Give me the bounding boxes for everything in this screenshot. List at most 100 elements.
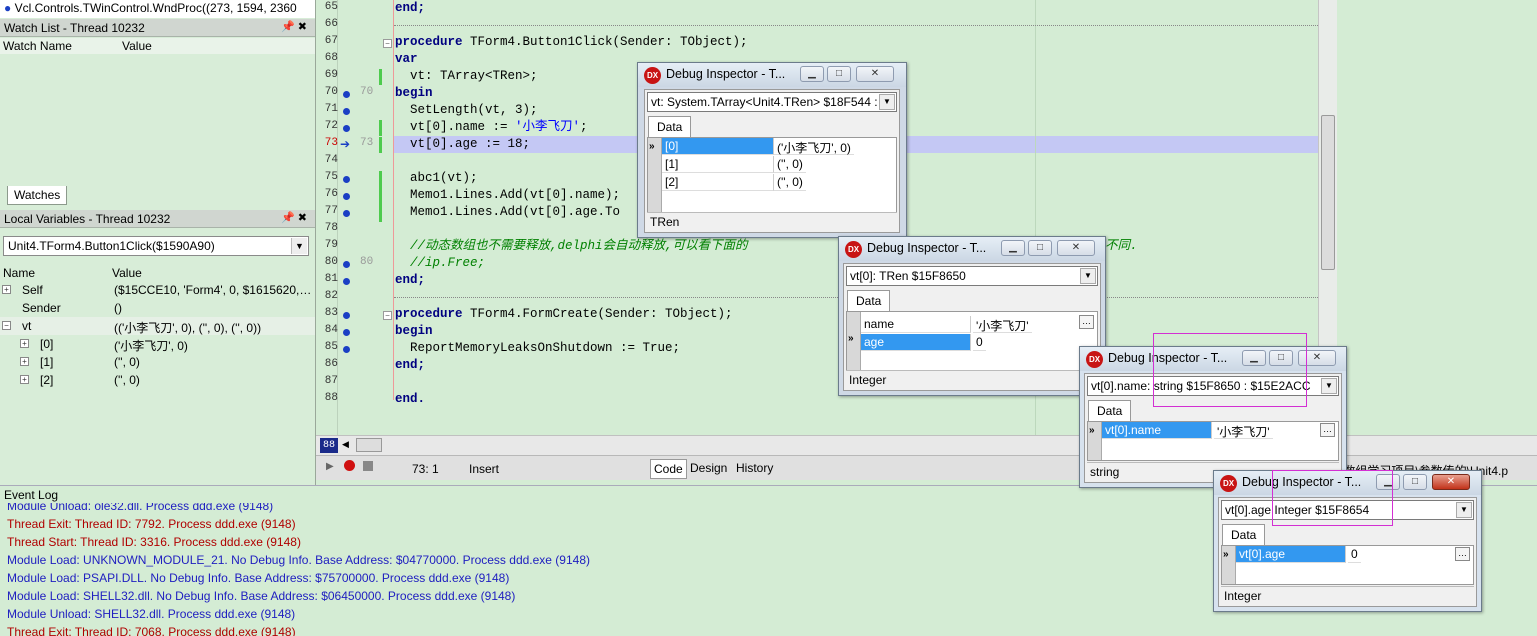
code-line[interactable]: end; <box>395 357 425 374</box>
ellipsis-button[interactable]: … <box>1079 315 1094 329</box>
code-line[interactable]: vt[0].name := '小李飞刀'; <box>395 119 588 136</box>
code-line[interactable]: ReportMemoryLeaksOnShutdown := True; <box>395 340 680 357</box>
inspector-expression-select[interactable]: vt[0]: TRen $15F8650 ▼ <box>846 266 1098 286</box>
chevron-down-icon[interactable]: ▼ <box>1321 378 1337 394</box>
code-line[interactable]: end; <box>395 0 425 17</box>
code-line[interactable]: var <box>395 51 418 68</box>
log-entry[interactable]: Module Load: UNKNOWN_MODULE_21. No Debug… <box>7 553 590 567</box>
code-line[interactable]: procedure TForm4.FormCreate(Sender: TObj… <box>395 306 733 323</box>
inspector-row[interactable]: [2] ('', 0) <box>662 174 896 192</box>
locals-scope-select[interactable]: Unit4.TForm4.Button1Click($1590A90) ▼ <box>3 236 309 256</box>
log-entry[interactable]: Thread Exit: Thread ID: 7068. Process dd… <box>7 625 296 636</box>
tab-history[interactable]: History <box>734 460 775 476</box>
tab-design[interactable]: Design <box>688 460 729 476</box>
code-line[interactable]: begin <box>395 85 433 102</box>
locals-row[interactable]: + [2] ('', 0) <box>0 371 316 389</box>
inspector-titlebar[interactable]: DX Debug Inspector - T... ▁ □ ✕ <box>839 237 1105 261</box>
log-entry[interactable]: Module Unload: SHELL32.dll. Process ddd.… <box>7 607 295 621</box>
inspector-row[interactable]: [1] ('', 0) <box>662 156 896 174</box>
close-icon[interactable]: ✖ <box>298 21 310 33</box>
locals-row[interactable]: + Self ($15CCE10, 'Form4', 0, $1615620, … <box>0 281 316 299</box>
locals-row[interactable]: − vt (('小李飞刀', 0), ('', 0), ('', 0)) <box>0 317 316 335</box>
code-line[interactable]: SetLength(vt, 3); <box>395 102 538 119</box>
watch-name-col[interactable]: Watch Name <box>3 39 72 53</box>
ellipsis-button[interactable]: … <box>1455 547 1470 561</box>
debug-inspector-window[interactable]: DX Debug Inspector - T... ▁ □ ✕ vt: Syst… <box>637 62 907 238</box>
breakpoint-dot-icon[interactable] <box>343 329 350 336</box>
tab-code[interactable]: Code <box>650 459 687 479</box>
code-line[interactable]: abc1(vt); <box>395 170 478 187</box>
inspector-grid[interactable]: » vt[0].age 0 … <box>1221 545 1474 585</box>
close-icon[interactable]: ✖ <box>298 212 310 224</box>
locals-name-col[interactable]: Name <box>3 266 35 280</box>
pause-icon[interactable] <box>363 461 373 471</box>
code-line[interactable]: Memo1.Lines.Add(vt[0].age.To <box>395 204 620 221</box>
locals-row[interactable]: + [1] ('', 0) <box>0 353 316 371</box>
breakpoint-dot-icon[interactable] <box>343 210 350 217</box>
pin-icon[interactable]: 📌 <box>281 212 298 224</box>
stop-icon[interactable] <box>344 460 355 471</box>
scroll-thumb[interactable] <box>1321 115 1335 270</box>
tab-data[interactable]: Data <box>1088 400 1132 422</box>
inspector-row[interactable]: name '小李飞刀' <box>861 316 1097 334</box>
fold-toggle-icon[interactable]: − <box>383 311 392 320</box>
locals-row[interactable]: + [0] ('小李飞刀', 0) <box>0 335 316 353</box>
code-line[interactable]: procedure TForm4.Button1Click(Sender: TO… <box>395 34 748 51</box>
scroll-left-icon[interactable]: ◀ <box>342 439 349 450</box>
inspector-row[interactable]: vt[0].name '小李飞刀' <box>1102 422 1338 440</box>
ellipsis-button[interactable]: … <box>1320 423 1335 437</box>
run-icon[interactable]: ▶ <box>326 461 334 472</box>
breakpoint-dot-icon[interactable] <box>343 108 350 115</box>
inspector-row[interactable]: [0] ('小李飞刀', 0) <box>662 138 896 156</box>
maximize-icon[interactable]: □ <box>827 66 851 82</box>
inspector-row[interactable]: vt[0].age 0 <box>1236 546 1473 564</box>
code-line[interactable]: end; <box>395 272 425 289</box>
chevron-down-icon[interactable]: ▼ <box>1080 268 1096 284</box>
breakpoint-dot-icon[interactable] <box>343 346 350 353</box>
breakpoint-dot-icon[interactable] <box>343 176 350 183</box>
code-line-current[interactable]: vt[0].age := 18; <box>395 136 530 153</box>
breakpoint-dot-icon[interactable] <box>343 261 350 268</box>
expand-icon[interactable]: + <box>20 339 29 348</box>
code-line[interactable]: end. <box>395 391 425 408</box>
inspector-grid[interactable]: » [0] ('小李飞刀', 0) [1] ('', 0) [2] ('', 0… <box>647 137 897 213</box>
inspector-titlebar[interactable]: DX Debug Inspector - T... ▁ □ ✕ <box>638 63 906 87</box>
minimize-icon[interactable]: ▁ <box>1001 240 1025 256</box>
close-icon[interactable]: ✕ <box>856 66 894 82</box>
code-comment[interactable]: //ip.Free; <box>395 255 485 272</box>
breakpoint-dot-icon[interactable] <box>343 91 350 98</box>
maximize-icon[interactable]: □ <box>1028 240 1052 256</box>
log-entry[interactable]: Module Load: SHELL32.dll. No Debug Info.… <box>7 589 515 603</box>
code-line[interactable]: begin <box>395 323 433 340</box>
code-line[interactable]: vt: TArray<TRen>; <box>395 68 538 85</box>
chevron-down-icon[interactable]: ▼ <box>1456 502 1472 518</box>
fold-toggle-icon[interactable]: − <box>383 39 392 48</box>
watch-value-col[interactable]: Value <box>122 39 152 53</box>
inspector-row[interactable]: age 0 <box>861 334 1097 352</box>
close-icon[interactable]: ✕ <box>1432 474 1470 490</box>
close-icon[interactable]: ✕ <box>1057 240 1095 256</box>
breakpoint-dot-icon[interactable] <box>343 125 350 132</box>
tab-data[interactable]: Data <box>847 290 891 312</box>
tab-data[interactable]: Data <box>1222 524 1266 546</box>
locals-row[interactable]: Sender () <box>0 299 316 317</box>
breakpoint-dot-icon[interactable] <box>343 193 350 200</box>
log-entry[interactable]: Module Load: PSAPI.DLL. No Debug Info. B… <box>7 571 509 585</box>
tab-data[interactable]: Data <box>648 116 692 138</box>
debug-inspector-window[interactable]: DX Debug Inspector - T... ▁ □ ✕ vt[0]: T… <box>838 236 1106 396</box>
call-stack-row[interactable]: ● Vcl.Controls.TWinControl.WndProc((273,… <box>0 0 316 18</box>
log-entry[interactable]: Module Unload: ole32.dll. Process ddd.ex… <box>7 503 273 513</box>
chevron-down-icon[interactable]: ▼ <box>879 94 895 110</box>
chevron-down-icon[interactable]: ▼ <box>291 238 307 254</box>
minimize-icon[interactable]: ▁ <box>800 66 824 82</box>
code-line[interactable]: Memo1.Lines.Add(vt[0].name); <box>395 187 620 204</box>
collapse-icon[interactable]: − <box>2 321 11 330</box>
breakpoint-dot-icon[interactable] <box>343 312 350 319</box>
log-entry[interactable]: Thread Exit: Thread ID: 7792. Process dd… <box>7 517 296 531</box>
expand-icon[interactable]: + <box>2 285 11 294</box>
locals-value-col[interactable]: Value <box>112 266 142 280</box>
log-entry[interactable]: Thread Start: Thread ID: 3316. Process d… <box>7 535 301 549</box>
breakpoint-dot-icon[interactable] <box>343 278 350 285</box>
expand-icon[interactable]: + <box>20 375 29 384</box>
breakpoint-gutter[interactable] <box>338 0 394 435</box>
